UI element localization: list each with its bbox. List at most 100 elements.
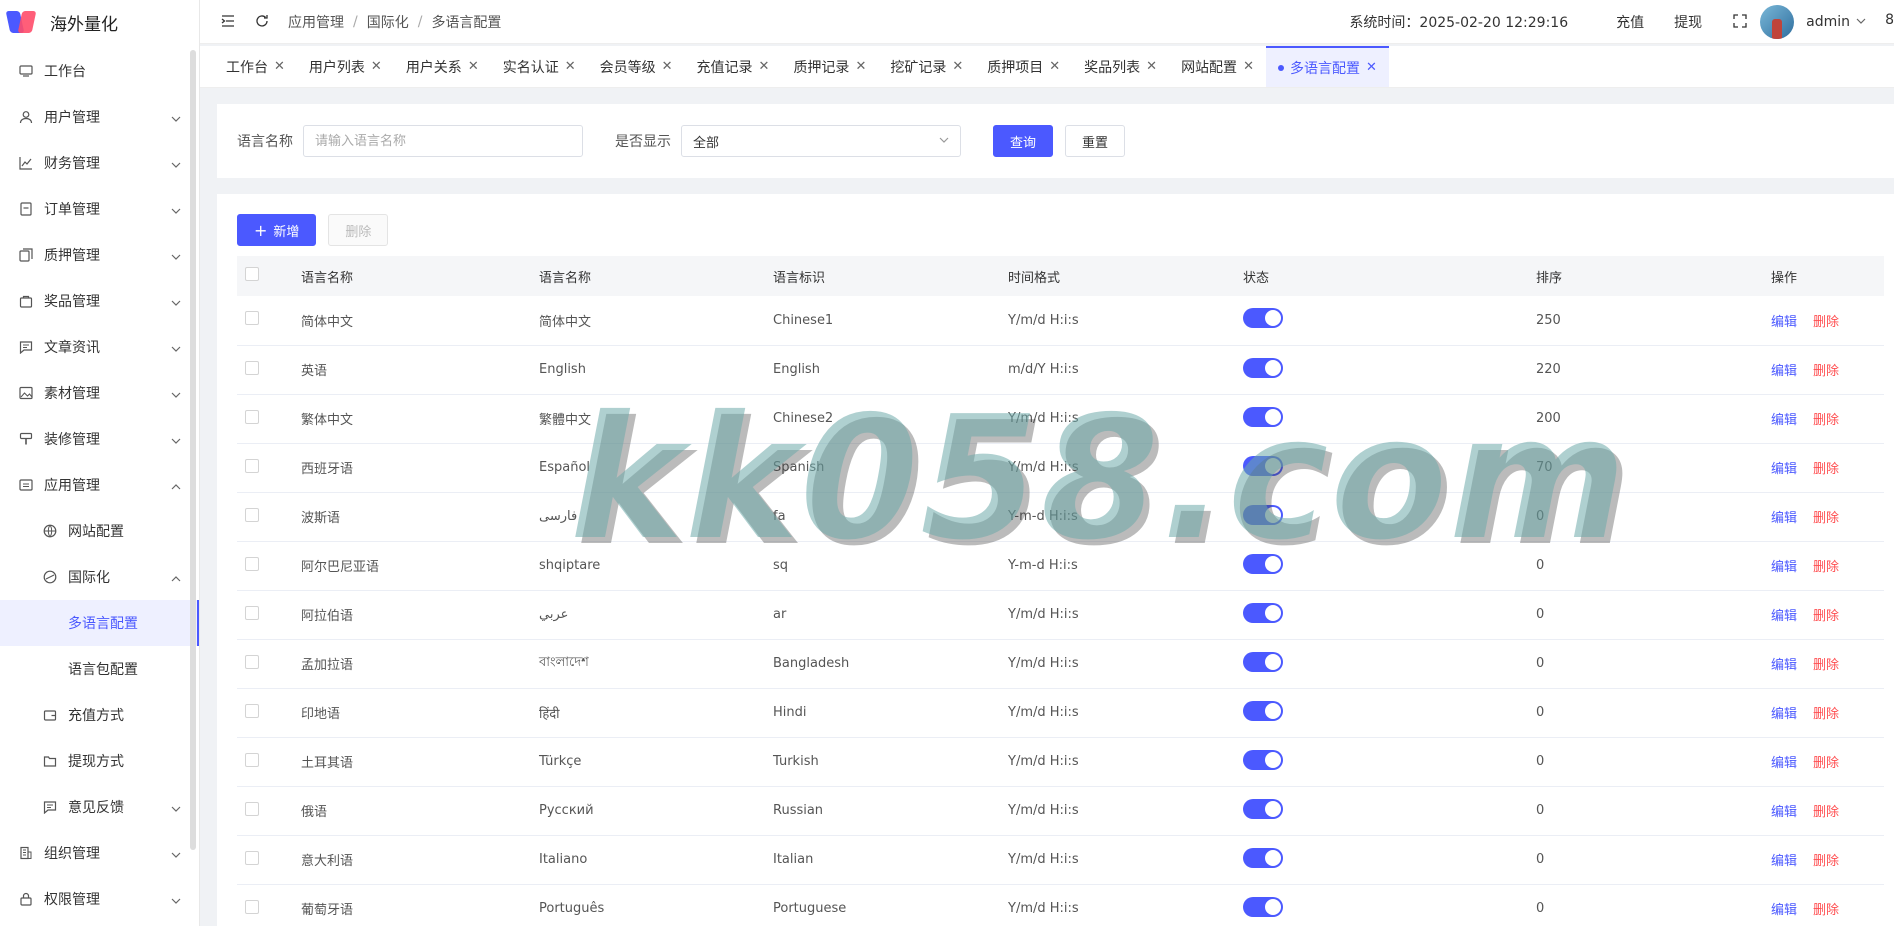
recharge-link[interactable]: 充值 [1616,12,1644,32]
tab-staking-records[interactable]: 质押记录 ✕ [781,46,878,87]
row-checkbox[interactable] [245,507,259,522]
add-button[interactable]: + 新增 [237,214,317,246]
close-icon[interactable]: ✕ [1146,59,1157,74]
close-icon[interactable]: ✕ [662,59,673,74]
edit-link[interactable]: 编辑 [1771,315,1797,330]
delete-link[interactable]: 删除 [1813,364,1839,379]
close-icon[interactable]: ✕ [1049,59,1060,74]
delete-link[interactable]: 删除 [1813,707,1839,722]
status-toggle[interactable] [1243,749,1283,770]
sidebar-item-users[interactable]: 用户管理 [0,94,199,140]
close-icon[interactable]: ✕ [468,59,479,74]
row-checkbox[interactable] [245,850,259,865]
sidebar-item-decoration[interactable]: 装修管理 [0,416,199,462]
sidebar-item-multilang-config[interactable]: 多语言配置 [0,600,199,646]
reset-button[interactable]: 重置 [1065,125,1126,157]
fullscreen-icon[interactable] [1732,13,1750,31]
sidebar-item-i18n[interactable]: 国际化 [0,554,199,600]
status-toggle[interactable] [1243,553,1283,574]
status-toggle[interactable] [1243,455,1283,476]
row-checkbox[interactable] [245,311,259,326]
breadcrumb-item[interactable]: 国际化 [367,12,409,32]
edit-link[interactable]: 编辑 [1771,511,1797,526]
sidebar-item-finance[interactable]: 财务管理 [0,140,199,186]
close-icon[interactable]: ✕ [952,59,963,74]
language-name-input[interactable] [303,125,583,157]
close-icon[interactable]: ✕ [1243,59,1254,74]
delete-link[interactable]: 删除 [1813,462,1839,477]
sidebar-item-apps[interactable]: 应用管理 [0,462,199,508]
tab-member-level[interactable]: 会员等级 ✕ [588,46,685,87]
delete-link[interactable]: 删除 [1813,854,1839,869]
status-toggle[interactable] [1243,357,1283,378]
status-toggle[interactable] [1243,651,1283,672]
sidebar-item-orders[interactable]: 订单管理 [0,186,199,232]
status-toggle[interactable] [1243,308,1283,329]
sidebar-item-materials[interactable]: 素材管理 [0,370,199,416]
delete-link[interactable]: 删除 [1813,413,1839,428]
delete-link[interactable]: 删除 [1813,609,1839,624]
edit-link[interactable]: 编辑 [1771,903,1797,918]
username[interactable]: admin [1806,14,1850,30]
status-toggle[interactable] [1243,700,1283,721]
tab-staking-projects[interactable]: 质押项目 ✕ [975,46,1072,87]
close-icon[interactable]: ✕ [855,59,866,74]
sidebar-item-permissions[interactable]: 权限管理 [0,876,199,922]
tab-mining-records[interactable]: 挖矿记录 ✕ [878,46,975,87]
status-toggle[interactable] [1243,504,1283,525]
sidebar-item-staking[interactable]: 质押管理 [0,232,199,278]
chevron-down-icon[interactable] [1856,13,1874,31]
sidebar-item-feedback[interactable]: 意见反馈 [0,784,199,830]
delete-link[interactable]: 删除 [1813,658,1839,673]
sidebar-item-organization[interactable]: 组织管理 [0,830,199,876]
tab-user-list[interactable]: 用户列表 ✕ [297,46,394,87]
breadcrumb-item[interactable]: 应用管理 [288,12,344,32]
sidebar-item-site-config[interactable]: 网站配置 [0,508,199,554]
row-checkbox[interactable] [245,605,259,620]
tab-multilang-config[interactable]: 多语言配置 ✕ [1265,46,1389,87]
row-checkbox[interactable] [245,409,259,424]
sidebar-item-prizes[interactable]: 奖品管理 [0,278,199,324]
row-checkbox[interactable] [245,801,259,816]
row-checkbox[interactable] [245,703,259,718]
delete-link[interactable]: 删除 [1813,511,1839,526]
row-checkbox[interactable] [245,899,259,914]
tab-dashboard[interactable]: 工作台 ✕ [214,46,297,87]
avatar[interactable] [1760,4,1795,39]
delete-link[interactable]: 删除 [1813,756,1839,771]
edit-link[interactable]: 编辑 [1771,756,1797,771]
delete-link[interactable]: 删除 [1813,560,1839,575]
show-filter-select[interactable]: 全部 [681,125,961,157]
status-toggle[interactable] [1243,896,1283,917]
close-icon[interactable]: ✕ [759,59,770,74]
row-checkbox[interactable] [245,458,259,473]
sidebar-item-withdraw-methods[interactable]: 提现方式 [0,738,199,784]
status-toggle[interactable] [1243,602,1283,623]
query-button[interactable]: 查询 [993,125,1054,157]
tab-user-relations[interactable]: 用户关系 ✕ [394,46,491,87]
close-icon[interactable]: ✕ [274,59,285,74]
row-checkbox[interactable] [245,360,259,375]
sidebar-item-recharge-methods[interactable]: 充值方式 [0,692,199,738]
batch-delete-button[interactable]: 删除 [328,214,389,246]
row-checkbox[interactable] [245,556,259,571]
tab-site-config[interactable]: 网站配置 ✕ [1169,46,1266,87]
menu-fold-icon[interactable] [220,13,238,31]
row-checkbox[interactable] [245,752,259,767]
sidebar-scrollbar[interactable] [190,50,196,850]
row-checkbox[interactable] [245,654,259,669]
delete-link[interactable]: 删除 [1813,805,1839,820]
edit-link[interactable]: 编辑 [1771,609,1797,624]
refresh-icon[interactable] [254,13,272,31]
edit-link[interactable]: 编辑 [1771,413,1797,428]
sidebar-item-articles[interactable]: 文章资讯 [0,324,199,370]
edit-link[interactable]: 编辑 [1771,364,1797,379]
edit-link[interactable]: 编辑 [1771,560,1797,575]
close-icon[interactable]: ✕ [1366,60,1377,75]
edit-link[interactable]: 编辑 [1771,805,1797,820]
tab-real-name-auth[interactable]: 实名认证 ✕ [491,46,588,87]
edit-link[interactable]: 编辑 [1771,707,1797,722]
edit-link[interactable]: 编辑 [1771,854,1797,869]
status-toggle[interactable] [1243,406,1283,427]
edit-link[interactable]: 编辑 [1771,462,1797,477]
